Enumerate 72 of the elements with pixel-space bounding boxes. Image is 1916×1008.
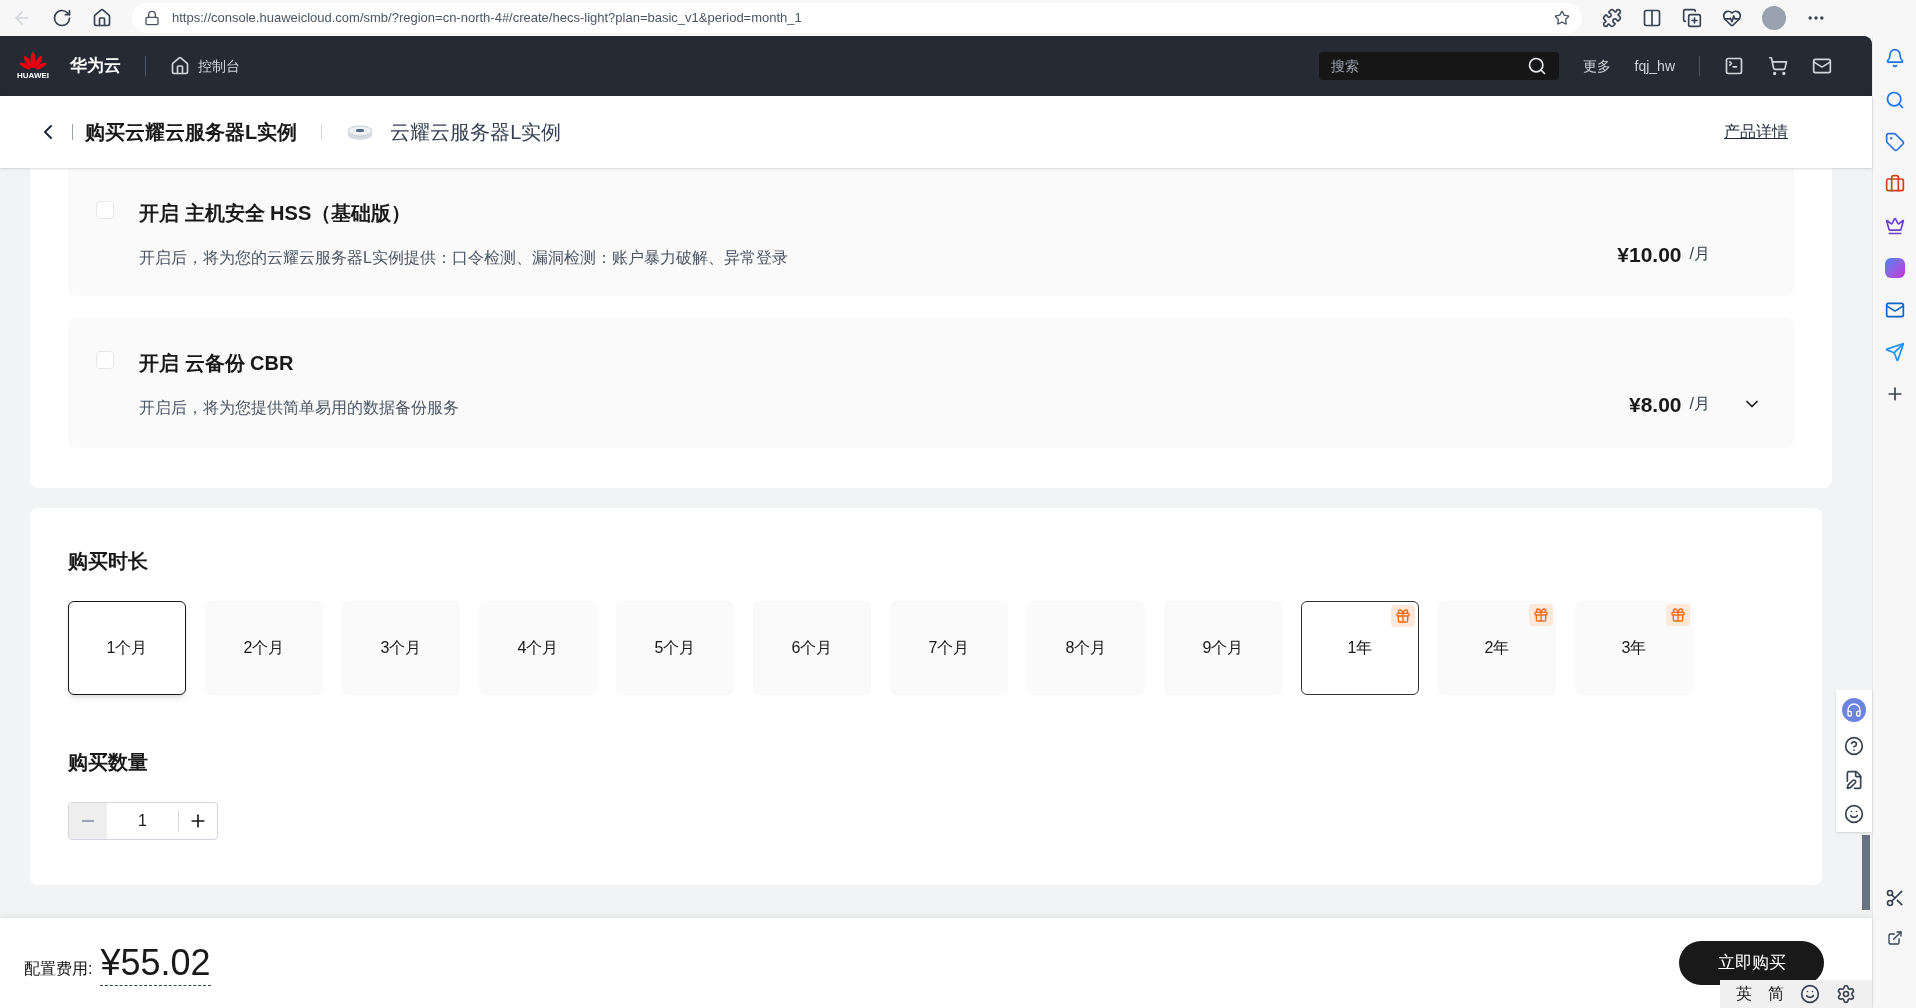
product-details-link[interactable]: 产品详情 [1724, 120, 1788, 144]
price-unit: /月 [1689, 244, 1710, 265]
scrollbar-thumb[interactable] [1862, 835, 1870, 910]
support-button[interactable] [1842, 698, 1866, 722]
duration-option[interactable]: 9个月 [1164, 601, 1282, 695]
page-title: 购买云耀云服务器L实例 [85, 120, 298, 145]
duration-option[interactable]: 4个月 [479, 601, 597, 695]
more-link[interactable]: 更多 [1582, 55, 1611, 77]
petal-logo-icon [19, 52, 47, 72]
tag-icon[interactable] [1884, 132, 1905, 152]
server-icon [346, 122, 375, 142]
terminal-icon[interactable] [1724, 56, 1744, 76]
price-unit: /月 [1689, 394, 1710, 415]
huawei-logo[interactable]: HUAWEI [16, 52, 50, 80]
duration-option[interactable]: 5个月 [616, 601, 734, 695]
home-icon [170, 56, 190, 76]
cost-label: 配置费用: [24, 959, 93, 979]
total-cost: ¥55.02 [100, 940, 211, 986]
extensions-icon[interactable] [1602, 8, 1622, 28]
quantity-value[interactable]: 1 [107, 809, 178, 833]
section-title: 购买数量 [68, 750, 149, 775]
console-link[interactable]: 控制台 [170, 55, 240, 77]
addon-title: 开启 主机安全 HSS（基础版） [139, 201, 413, 226]
addon-description: 开启后，将为您的云耀云服务器L实例提供：口令检测、漏洞检测：账户暴力破解、异常登录 [139, 248, 789, 268]
heart-pulse-icon[interactable] [1722, 8, 1742, 28]
addon-price: ¥10.00 [1617, 241, 1682, 268]
lock-icon [144, 10, 160, 26]
duration-option[interactable]: 2年 [1438, 601, 1556, 695]
mail-icon[interactable] [1812, 56, 1832, 76]
smiley-icon[interactable] [1844, 804, 1864, 824]
checkbox[interactable] [96, 351, 114, 369]
duration-option[interactable]: 7个月 [890, 601, 1008, 695]
address-bar[interactable]: https://console.huaweicloud.com/smb/?region=cn-north-4#/create/hecs-light?plan=basic_v1&period=month_1 [132, 3, 1582, 33]
favorite-icon[interactable] [1554, 10, 1570, 26]
section-title: 购买时长 [68, 549, 149, 574]
settings-icon[interactable] [1836, 984, 1856, 1004]
collections-icon[interactable] [1682, 8, 1702, 28]
duration-option[interactable]: 1个月 [68, 601, 186, 695]
ime-mode[interactable]: 英 [1736, 982, 1752, 1006]
home-icon[interactable] [92, 8, 112, 28]
user-name[interactable]: fqj_hw [1634, 55, 1675, 77]
search-icon[interactable] [1526, 56, 1547, 76]
send-icon[interactable] [1884, 342, 1905, 362]
brand-name: 华为云 [70, 55, 121, 78]
addon-price: ¥8.00 [1629, 391, 1682, 418]
buy-now-button[interactable]: 立即购买 [1679, 941, 1824, 985]
duration-option[interactable]: 8个月 [1027, 601, 1145, 695]
cart-icon[interactable] [1768, 56, 1788, 76]
duration-option[interactable]: 6个月 [753, 601, 871, 695]
checkbox[interactable] [96, 201, 114, 219]
emoji-icon[interactable] [1800, 984, 1820, 1004]
duration-option[interactable]: 1年 [1301, 601, 1419, 695]
toolbox-icon[interactable] [1884, 174, 1905, 194]
search-field[interactable]: 搜索 [1318, 52, 1559, 80]
ime-charset[interactable]: 简 [1768, 982, 1784, 1006]
duration-option[interactable]: 3个月 [342, 601, 460, 695]
quantity-stepper[interactable]: 1 [68, 802, 218, 840]
addon-title: 开启 云备份 CBR [139, 351, 295, 376]
bell-icon[interactable] [1884, 48, 1905, 68]
url-text: https://console.huaweicloud.com/smb/?region=cn-north-4#/create/hecs-light?plan=basic_v1&period=month_1 [172, 9, 803, 28]
duration-option[interactable]: 2个月 [205, 601, 323, 695]
feedback-icon[interactable] [1844, 770, 1864, 790]
duration-option[interactable]: 3年 [1575, 601, 1693, 695]
product-name: 云耀云服务器L实例 [390, 120, 562, 145]
reload-icon[interactable] [52, 8, 72, 28]
help-icon[interactable] [1844, 736, 1864, 756]
external-link-icon[interactable] [1886, 930, 1903, 946]
addon-description: 开启后，将为您提供简单易用的数据备份服务 [139, 398, 460, 418]
split-screen-icon[interactable] [1642, 8, 1662, 28]
minus-icon [82, 820, 94, 822]
logo-text: HUAWEI [17, 72, 49, 80]
headset-icon [1846, 702, 1862, 718]
